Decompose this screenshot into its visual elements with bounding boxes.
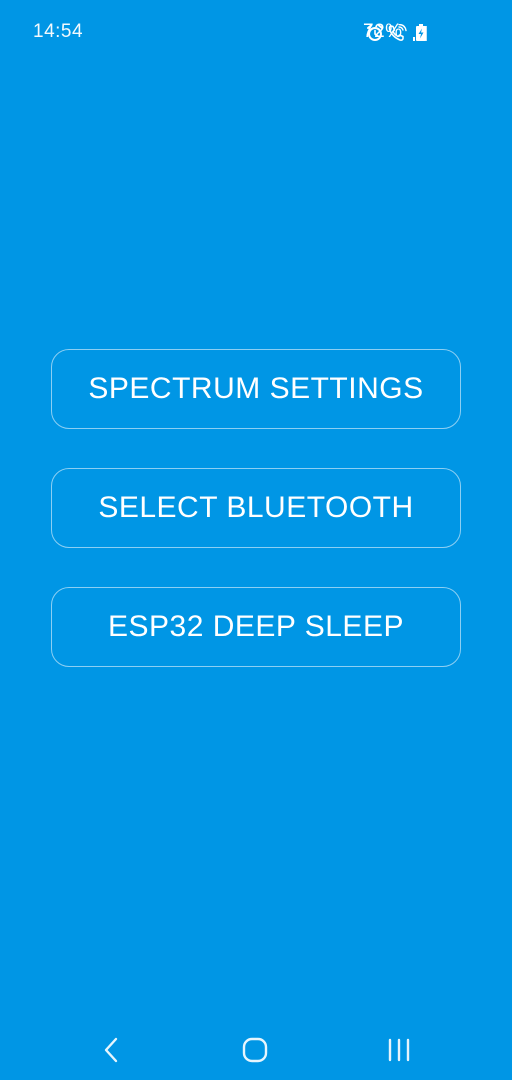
back-button[interactable] xyxy=(92,1032,132,1072)
status-time: 14:54 xyxy=(33,21,84,42)
home-icon xyxy=(241,1036,269,1069)
select-bluetooth-button[interactable]: SELECT BLUETOOTH xyxy=(51,468,461,548)
recent-apps-icon xyxy=(386,1037,412,1068)
spectrum-settings-button[interactable]: SPECTRUM SETTINGS xyxy=(51,349,461,429)
battery-percent: 72% xyxy=(363,21,403,42)
recent-apps-button[interactable] xyxy=(379,1032,419,1072)
home-button[interactable] xyxy=(235,1032,275,1072)
status-bar: 14:54 72% xyxy=(0,0,512,66)
main-menu: SPECTRUM SETTINGS SELECT BLUETOOTH ESP32… xyxy=(51,349,461,706)
back-icon xyxy=(102,1037,122,1068)
esp32-deep-sleep-button[interactable]: ESP32 DEEP SLEEP xyxy=(51,587,461,667)
navigation-bar xyxy=(0,1020,512,1080)
battery-charging-icon xyxy=(415,24,427,47)
